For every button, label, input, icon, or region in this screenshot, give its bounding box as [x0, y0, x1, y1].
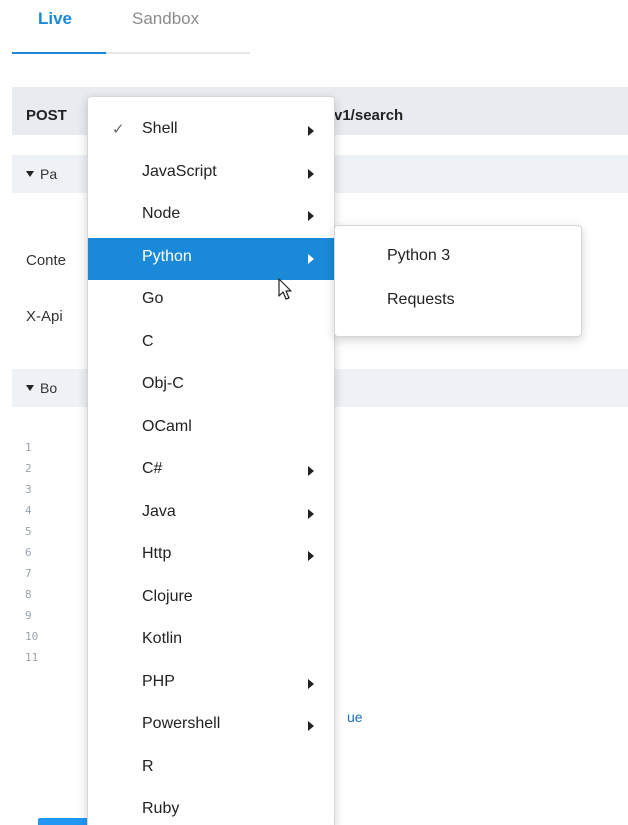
menu-item-node[interactable]: Node	[88, 195, 334, 237]
environment-tabs: Live Sandbox	[12, 0, 250, 54]
code-line-number: 7	[25, 567, 32, 580]
menu-item-ruby[interactable]: Ruby	[88, 790, 334, 825]
menu-item-ocaml[interactable]: OCaml	[88, 408, 334, 450]
submenu-arrow-icon	[308, 211, 314, 221]
code-line-number: 5	[25, 525, 32, 538]
menu-item-label: Python	[142, 247, 192, 265]
code-value-fragment: ue	[347, 709, 363, 725]
menu-item-javascript[interactable]: JavaScript	[88, 153, 334, 195]
menu-item-label: Java	[142, 502, 176, 520]
request-url: v1/search	[334, 107, 404, 124]
menu-item-label: Go	[142, 290, 164, 307]
code-line-number: 3	[25, 483, 32, 496]
code-line-numbers: 1 2 3 4 5 6 7 8 9 10 11	[25, 437, 38, 668]
caret-down-icon	[26, 385, 34, 391]
menu-item-label: Node	[142, 205, 181, 222]
menu-item-shell[interactable]: ✓ Shell	[88, 110, 334, 152]
menu-item-python[interactable]: Python	[88, 237, 334, 280]
menu-item-label: C#	[142, 460, 163, 477]
menu-item-label: OCaml	[142, 417, 192, 435]
menu-item-powershell[interactable]: Powershell	[88, 705, 334, 747]
code-line-number: 11	[25, 651, 39, 664]
header-content-type-label: Conte	[26, 252, 67, 269]
code-line-number: 2	[25, 462, 32, 475]
menu-item-label: Obj-C	[142, 375, 184, 392]
menu-item-obj-c[interactable]: Obj-C	[88, 365, 334, 407]
http-method: POST	[26, 107, 67, 124]
submenu-arrow-icon	[308, 508, 314, 519]
menu-item-label: JavaScript	[142, 162, 217, 180]
submenu-arrow-icon	[308, 466, 314, 476]
python-submenu: Python 3 Requests	[334, 225, 582, 337]
menu-item-label: R	[142, 757, 154, 775]
menu-item-php[interactable]: PHP	[88, 663, 334, 705]
submenu-item-requests[interactable]: Requests	[387, 291, 455, 309]
menu-item-label: Shell	[142, 120, 178, 137]
menu-item-go[interactable]: Go	[88, 280, 334, 322]
menu-item-r[interactable]: R	[88, 748, 334, 790]
submenu-arrow-icon	[308, 126, 314, 136]
tab-live[interactable]: Live	[38, 9, 72, 29]
active-tab-indicator	[12, 52, 106, 54]
menu-item-java[interactable]: Java	[88, 493, 334, 535]
menu-item-kotlin[interactable]: Kotlin	[88, 620, 334, 662]
menu-item-label: PHP	[142, 672, 175, 690]
tab-sandbox[interactable]: Sandbox	[132, 9, 199, 29]
body-section-label: Bo	[40, 380, 58, 396]
mouse-pointer-icon	[278, 278, 292, 300]
code-line-number: 4	[25, 504, 32, 517]
menu-item-label: Powershell	[142, 715, 221, 732]
submenu-arrow-icon	[308, 721, 314, 731]
params-section-label: Pa	[40, 166, 58, 182]
menu-item-label: Ruby	[142, 800, 180, 817]
menu-item-clojure[interactable]: Clojure	[88, 578, 334, 620]
menu-item-c[interactable]: C	[88, 323, 334, 365]
language-menu: ✓ Shell JavaScript Node Python Go C Obj-C OCaml C…	[87, 96, 335, 825]
menu-item-c-sharp[interactable]: C#	[88, 450, 334, 492]
menu-item-label: Http	[142, 545, 172, 562]
submenu-arrow-icon	[308, 551, 314, 561]
caret-down-icon	[26, 171, 34, 177]
submenu-arrow-icon	[308, 168, 314, 179]
code-line-number: 6	[25, 546, 32, 559]
menu-item-label: C	[142, 332, 154, 350]
code-line-number: 10	[25, 630, 39, 643]
header-api-key-label: X-Api	[26, 308, 63, 325]
submenu-item-python-3[interactable]: Python 3	[387, 247, 450, 265]
menu-item-label: Clojure	[142, 587, 193, 605]
submenu-arrow-icon	[308, 253, 314, 264]
code-line-number: 9	[25, 609, 32, 622]
menu-item-http[interactable]: Http	[88, 535, 334, 577]
check-icon: ✓	[112, 121, 125, 138]
code-line-number: 8	[25, 588, 32, 601]
code-line-number: 1	[25, 441, 32, 454]
menu-item-label: Kotlin	[142, 630, 183, 647]
submenu-arrow-icon	[308, 678, 314, 689]
